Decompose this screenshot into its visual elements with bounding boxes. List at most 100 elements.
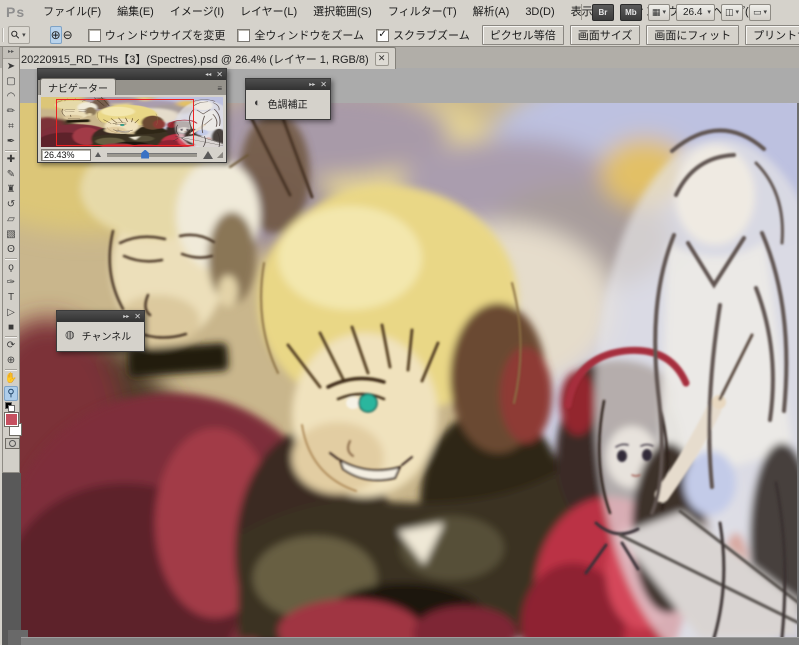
3d-rotate-tool[interactable]: ⟳ xyxy=(3,338,19,353)
chevron-down-icon: ▾ xyxy=(707,9,711,16)
zoom-level-control[interactable]: 26.4 ▾ xyxy=(675,3,715,21)
checkbox-label: 全ウィンドウをズーム xyxy=(254,30,365,42)
menu-edit[interactable]: 編集(E) xyxy=(109,0,162,24)
tools-separator xyxy=(5,258,17,259)
menu-image[interactable]: イメージ(I) xyxy=(162,0,232,24)
tools-separator xyxy=(5,336,17,337)
print-size-button[interactable]: プリントサイズ xyxy=(745,25,799,45)
zoom-all-windows-checkbox[interactable]: 全ウィンドウをズーム xyxy=(237,27,364,43)
pen-tool[interactable]: ✑ xyxy=(3,275,19,290)
dodge-tool[interactable]: ϙ xyxy=(3,260,19,275)
eraser-tool[interactable]: ▱ xyxy=(3,212,19,227)
hand-tool[interactable]: ✋ xyxy=(3,371,19,386)
clone-stamp-tool[interactable]: ♜ xyxy=(3,182,19,197)
channels-icon: ◍ xyxy=(65,329,75,341)
gradient-tool[interactable]: ▧ xyxy=(3,227,19,242)
arrange-documents-icon: ◫ xyxy=(724,6,734,17)
zoom-level-value[interactable]: 26.4 xyxy=(680,7,705,18)
tools-panel-grip[interactable]: ▸▸ xyxy=(3,47,19,59)
menu-select[interactable]: 選択範囲(S) xyxy=(305,0,380,24)
arrange-documents-button[interactable]: ◫ ▾ xyxy=(720,3,743,21)
quick-selection-tool[interactable]: ✏ xyxy=(3,104,19,119)
navigator-tab[interactable]: ナビゲーター xyxy=(40,78,116,95)
menu-file[interactable]: ファイル(F) xyxy=(35,0,109,24)
collapse-icon[interactable]: ▸▸ xyxy=(309,82,315,88)
pasteboard-left-strip xyxy=(2,473,21,645)
quick-mask-button[interactable] xyxy=(5,438,20,449)
menu-analysis[interactable]: 解析(A) xyxy=(465,0,518,24)
navigator-thumbnail[interactable] xyxy=(41,97,223,147)
fit-screen-button[interactable]: 画面サイズ xyxy=(569,25,641,45)
color-wells xyxy=(3,401,22,449)
lasso-tool[interactable]: ◠ xyxy=(3,89,19,104)
checkbox-icon[interactable] xyxy=(237,28,251,42)
menu-filter[interactable]: フィルター(T) xyxy=(380,0,465,24)
chevron-down-icon: ▾ xyxy=(662,9,666,16)
close-icon[interactable]: ✕ xyxy=(216,70,223,79)
crop-tool[interactable]: ⌗ xyxy=(3,119,19,134)
navigator-zoom-input[interactable]: 26.43% xyxy=(41,148,91,161)
zoom-in-button[interactable]: ⊕ xyxy=(49,26,62,44)
zoom-out-mountain-icon[interactable] xyxy=(95,152,101,157)
slider-thumb[interactable] xyxy=(141,149,150,159)
launch-mini-bridge-button[interactable]: Mb xyxy=(619,3,642,21)
zoom-in-mountain-icon[interactable] xyxy=(202,150,213,159)
adjustments-panel-header[interactable]: ▸▸ ✕ xyxy=(246,79,330,90)
navigator-view-box[interactable] xyxy=(55,99,195,146)
move-tool[interactable]: ➤ xyxy=(3,59,19,74)
tool-options-bar: ⚲ ▾ ⊕ ⊖ ウィンドウサイズを変更 全ウィンドウをズーム ✓ スクラブズーム… xyxy=(0,24,799,47)
channels-panel: ▸▸ ✕ ◍ チャンネル xyxy=(56,310,145,352)
adjustments-panel-button[interactable]: ◐ 色調補正 xyxy=(246,90,330,117)
marquee-tool[interactable]: ▢ xyxy=(3,74,19,89)
document-tab[interactable]: 20220915_RD_THs【3】(Spectres).psd @ 26.4%… xyxy=(14,47,396,69)
3d-orbit-tool[interactable]: ⊕ xyxy=(3,353,19,368)
actual-pixels-button[interactable]: ピクセル等倍 xyxy=(481,25,564,45)
chevron-down-icon: ▾ xyxy=(763,9,767,16)
path-selection-tool[interactable]: ▷ xyxy=(3,305,19,320)
healing-brush-tool[interactable]: ✚ xyxy=(3,152,19,167)
shape-tool[interactable]: ■ xyxy=(3,320,19,335)
close-icon[interactable]: ✕ xyxy=(374,51,389,66)
canvas-artwork[interactable] xyxy=(20,103,799,638)
channels-panel-header[interactable]: ▸▸ ✕ xyxy=(57,311,144,322)
navigator-zoom-slider[interactable] xyxy=(107,149,197,159)
resize-grip-icon[interactable]: ◢ xyxy=(217,150,223,159)
collapse-icon[interactable]: ▸▸ xyxy=(123,314,129,320)
application-bar: Br Mb ▦ ▾ 26.4 ▾ ◫ ▾ ▭ ▾ xyxy=(577,2,771,22)
blur-tool[interactable]: ʘ xyxy=(3,242,19,257)
channels-panel-button[interactable]: ◍ チャンネル xyxy=(57,322,144,349)
resize-windows-checkbox[interactable]: ウィンドウサイズを変更 xyxy=(87,27,226,43)
foreground-color-swatch[interactable] xyxy=(4,412,19,427)
zoom-out-button[interactable]: ⊖ xyxy=(62,26,74,44)
checkbox-icon[interactable] xyxy=(87,28,101,42)
view-extras-button[interactable]: ▦ ▾ xyxy=(647,3,670,21)
tools-panel: ▸▸ ➤ ▢ ◠ ✏ ⌗ ✒ ✚ ✎ ♜ ↺ ▱ ▧ ʘ ϙ ✑ T ▷ ■ ⟳… xyxy=(2,46,22,473)
default-colors-icon[interactable] xyxy=(5,402,15,412)
history-brush-tool[interactable]: ↺ xyxy=(3,197,19,212)
screen-mode-button[interactable]: ▭ ▾ xyxy=(748,3,771,21)
eyedropper-tool[interactable]: ✒ xyxy=(3,134,19,149)
panel-menu-icon[interactable]: ≡ xyxy=(217,84,222,93)
menu-layer[interactable]: レイヤー(L) xyxy=(232,0,305,24)
checkbox-label: ウィンドウサイズを変更 xyxy=(104,30,226,42)
horizontal-scrollbar[interactable] xyxy=(21,637,799,645)
launch-bridge-button[interactable]: Br xyxy=(591,3,614,21)
photoshop-window: Ps ファイル(F) 編集(E) イメージ(I) レイヤー(L) 選択範囲(S)… xyxy=(0,0,799,645)
adjustments-label: 色調補正 xyxy=(267,100,308,111)
brush-tool[interactable]: ✎ xyxy=(3,167,19,182)
checkbox-icon[interactable]: ✓ xyxy=(376,28,390,42)
menu-3d[interactable]: 3D(D) xyxy=(517,0,562,24)
close-icon[interactable]: ✕ xyxy=(134,312,141,321)
fill-screen-button[interactable]: 画面にフィット xyxy=(646,25,740,45)
photoshop-logo: Ps xyxy=(6,4,26,20)
zoom-tool[interactable]: ⚲ xyxy=(4,386,18,401)
scrubby-zoom-checkbox[interactable]: ✓ スクラブズーム xyxy=(376,27,470,43)
collapse-icon[interactable]: ◂◂ xyxy=(205,72,211,78)
type-tool[interactable]: T xyxy=(3,290,19,305)
options-grip xyxy=(2,28,4,42)
magnifier-icon: ⚲ xyxy=(8,27,23,42)
current-tool-dropdown[interactable]: ⚲ ▾ xyxy=(8,26,30,44)
navigator-panel: ◂◂ ✕ ナビゲーター ≡ 26.43% ◢ xyxy=(37,68,227,163)
adjustments-panel: ▸▸ ✕ ◐ 色調補正 xyxy=(245,78,331,120)
close-icon[interactable]: ✕ xyxy=(320,80,327,89)
